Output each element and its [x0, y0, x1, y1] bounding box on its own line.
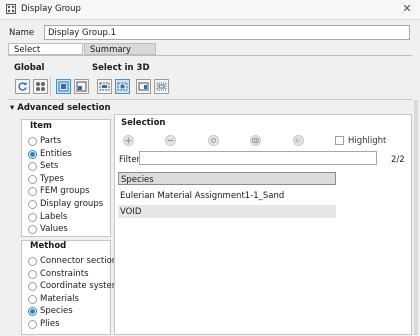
radio-button[interactable] [28, 200, 37, 209]
radio-button[interactable] [28, 149, 37, 159]
radio-option-label: Entities [40, 148, 72, 159]
radio-option-label: Plies [40, 319, 60, 329]
window-title: Display Group [21, 4, 81, 14]
select-single-icon[interactable] [56, 79, 71, 94]
radio-option-label: Values [40, 224, 68, 235]
radio-button[interactable] [28, 307, 37, 317]
list-item[interactable]: VOID [118, 205, 336, 218]
display-group-icon [6, 4, 16, 14]
radio-option-label: Types [40, 173, 64, 184]
radio-button[interactable] [28, 257, 37, 266]
select-inside-icon[interactable] [115, 79, 130, 94]
radio-button[interactable] [28, 269, 37, 279]
global-label: Global [14, 63, 45, 73]
radio-button[interactable] [28, 282, 37, 292]
radio-option-label: Sets [40, 161, 59, 172]
scrollbar[interactable] [414, 100, 418, 335]
selection-label: Selection [121, 118, 166, 128]
method-panel: Method Connector sections Constraints Coor… [21, 240, 124, 336]
exclusive-or-icon[interactable] [293, 135, 304, 146]
add-icon[interactable] [123, 135, 134, 146]
radio-option-label: Constraints [40, 268, 89, 279]
name-field-value: Display Group.1 [48, 28, 117, 38]
selection-panel [114, 114, 412, 335]
select-frame-icon[interactable] [154, 79, 169, 94]
radio-option-label: Connector sections [40, 256, 122, 266]
radio-option-label: Labels [40, 211, 68, 222]
radio-button[interactable] [28, 294, 37, 304]
selection-count: 2/2 [391, 155, 405, 165]
advanced-selection-toggle[interactable]: ▾ Advanced selection [10, 103, 111, 113]
advanced-selection-label: Advanced selection [17, 103, 111, 113]
replace-icon[interactable] [208, 135, 219, 146]
radio-option-label: Coordinate systems [40, 281, 125, 292]
select-region-icon[interactable] [97, 79, 112, 94]
remove-icon[interactable] [165, 135, 176, 146]
radio-option-label: Display groups [40, 199, 104, 209]
radio-button[interactable] [28, 187, 37, 197]
list-header[interactable]: Species [118, 172, 336, 185]
radio-option-label: Species [40, 306, 73, 317]
radio-button[interactable] [28, 225, 37, 235]
toolbar-separator [50, 76, 51, 96]
title-bar: Display Group ✕ [0, 0, 420, 20]
radio-button[interactable] [28, 137, 37, 146]
radio-button[interactable] [28, 174, 37, 184]
filter-label: Filter [119, 155, 141, 165]
name-field[interactable]: Display Group.1 [44, 25, 410, 40]
section-divider [8, 99, 412, 100]
list-item[interactable]: Eulerian Material Assignment1-1_Sand [118, 189, 336, 202]
radio-option-label: FEM groups [40, 186, 90, 197]
refresh-icon[interactable] [15, 79, 30, 94]
radio-option-label: Parts [40, 136, 62, 146]
radio-option-label: Materials [40, 293, 79, 304]
radio-button[interactable] [28, 162, 37, 172]
gear-cluster-icon[interactable] [33, 79, 48, 94]
item-options: Parts Entities Sets Types FEM groups Display … [22, 120, 112, 238]
highlight-label: Highlight [348, 136, 387, 146]
select-in-3d-label: Select in 3D [92, 63, 150, 73]
radio-button[interactable] [28, 212, 37, 222]
close-icon[interactable]: ✕ [400, 3, 414, 16]
radio-button[interactable] [28, 320, 37, 329]
collapse-arrow-icon: ▾ [10, 103, 15, 113]
method-options: Connector sections Constraints Coordinate … [22, 241, 124, 336]
tab-summary[interactable]: Summary [84, 43, 156, 55]
intersect-icon[interactable] [250, 135, 261, 146]
item-panel: Item Parts Entities Sets Types FEM groups Dis… [21, 119, 111, 237]
highlight-checkbox[interactable] [335, 136, 344, 145]
name-label: Name [9, 28, 35, 38]
tab-select[interactable]: Select [8, 43, 83, 55]
filter-input[interactable] [139, 151, 377, 165]
select-box-icon[interactable] [74, 79, 89, 94]
tab-divider [8, 55, 412, 56]
select-window-icon[interactable] [136, 79, 151, 94]
